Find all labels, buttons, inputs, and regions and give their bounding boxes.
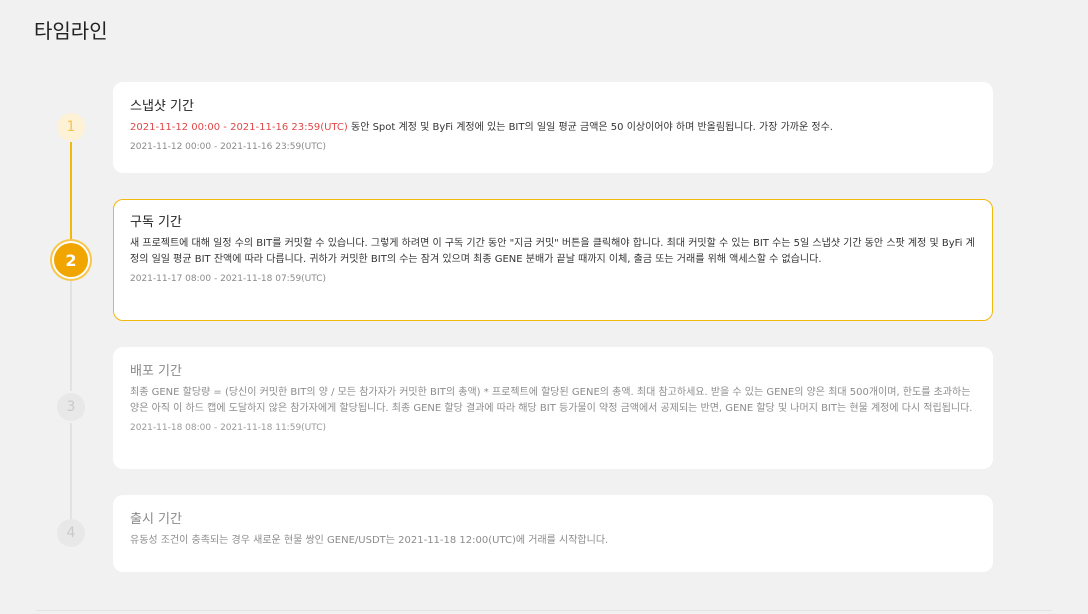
timeline-card-distribution: 배포 기간 최종 GENE 할당량 = (당신이 커밋한 BIT의 양 / 모든… [113, 347, 993, 469]
highlighted-period: 2021-11-12 00:00 - 2021-11-16 23:59(UTC) [130, 122, 348, 133]
divider [36, 610, 1052, 611]
description-text: 동안 Spot 계정 및 ByFi 계정에 있는 BIT의 일일 평균 금액은 … [347, 122, 833, 133]
step-marker-1: 1 [57, 113, 85, 141]
timeline-card-snapshot: 스냅샷 기간 2021-11-12 00:00 - 2021-11-16 23:… [113, 82, 993, 173]
card-date-range: 2021-11-17 08:00 - 2021-11-18 07:59(UTC) [130, 274, 327, 284]
step-marker-2-active: 2 [54, 243, 88, 277]
card-description: 최종 GENE 할당량 = (당신이 커밋한 BIT의 양 / 모든 참가자가 … [130, 387, 973, 414]
card-title: 출시 기간 [130, 512, 182, 527]
card-description: 새 프로젝트에 대해 일정 수의 BIT를 커밋할 수 있습니다. 그렇게 하려… [130, 238, 975, 265]
card-title: 배포 기간 [130, 364, 182, 379]
step-marker-4: 4 [57, 519, 85, 547]
card-date-range: 2021-11-12 00:00 - 2021-11-16 23:59(UTC) [130, 142, 327, 152]
card-description: 2021-11-12 00:00 - 2021-11-16 23:59(UTC)… [130, 120, 976, 136]
timeline-card-subscription: 구독 기간 새 프로젝트에 대해 일정 수의 BIT를 커밋할 수 있습니다. … [113, 199, 993, 321]
timeline-card-launch: 출시 기간 유동성 조건이 충족되는 경우 새로운 현물 쌍인 GENE/USD… [113, 495, 993, 572]
timeline-connector [70, 277, 72, 391]
step-marker-3: 3 [57, 393, 85, 421]
card-description: 유동성 조건이 충족되는 경우 새로운 현물 쌍인 GENE/USDT는 202… [130, 535, 609, 546]
card-title: 스냅샷 기간 [130, 99, 194, 114]
card-date-range: 2021-11-18 08:00 - 2021-11-18 11:59(UTC) [130, 423, 327, 433]
page-title: 타임라인 [34, 19, 108, 43]
timeline-connector-active [70, 142, 72, 242]
timeline-connector [70, 423, 72, 519]
card-title: 구독 기간 [130, 215, 182, 230]
